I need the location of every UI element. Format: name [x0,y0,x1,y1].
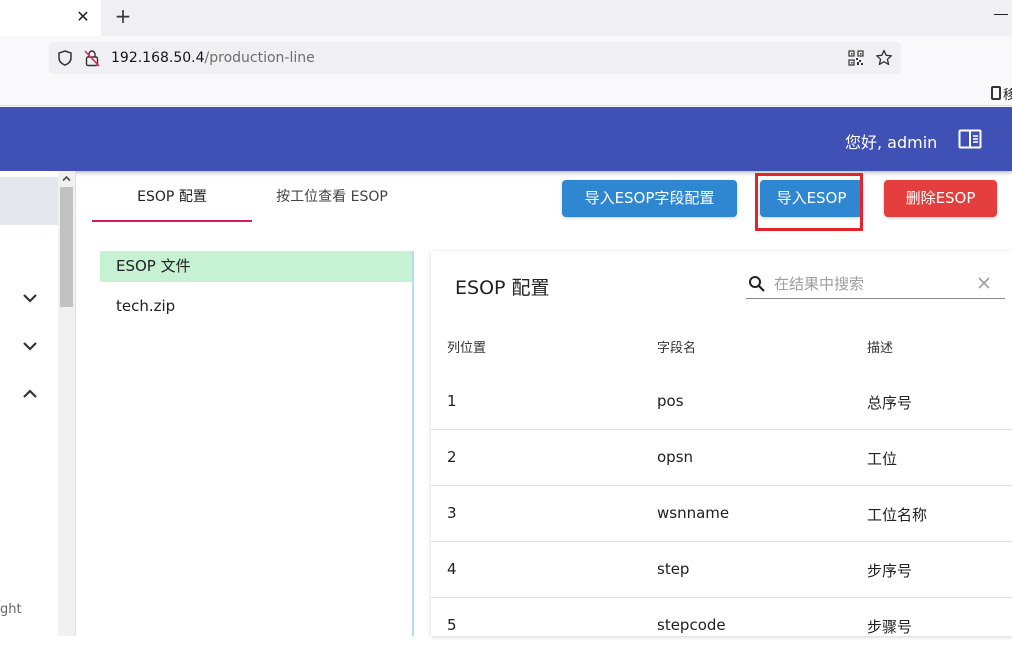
sidebar-footer-text: ght [0,602,22,617]
esop-file-panel: ESOP 文件 tech.zip [100,251,414,636]
clear-search-icon[interactable] [976,275,992,291]
column-header-position[interactable]: 列位置 [447,337,486,356]
insecure-lock-icon[interactable] [84,49,100,67]
card-title: ESOP 配置 [455,277,550,299]
chevron-down-icon[interactable] [18,334,42,358]
side-panel-toggle-icon[interactable] [958,129,982,149]
sidebar-scrollbar[interactable] [58,171,75,636]
delete-esop-button[interactable]: 删除ESOP [884,180,997,217]
sidebar: ght [0,171,76,636]
cell-description: 工位名称 [867,506,928,524]
bookmark-item[interactable]: 移 [991,83,1012,103]
column-header-field-name[interactable]: 字段名 [657,337,696,356]
cell-description: 步序号 [867,562,913,580]
table-row[interactable]: 4 step 步序号 [431,542,1012,598]
table-row[interactable]: 2 opsn 工位 [431,430,1012,486]
cell-description: 步骤号 [867,618,913,636]
file-list-header: ESOP 文件 [100,251,412,282]
user-greeting: 您好, admin [845,133,938,152]
mobile-bookmarks-icon [991,86,1001,100]
cell-description: 总序号 [867,394,913,412]
cell-position: 5 [447,616,457,634]
browser-tab[interactable]: ✕ [0,0,101,36]
tab-esop-config[interactable]: ESOP 配置 [92,171,252,223]
bookmark-star-icon[interactable] [875,49,893,67]
shield-icon[interactable] [57,50,73,66]
cell-field-name: step [657,560,690,578]
cell-position: 4 [447,560,457,578]
url-path: /production-line [204,50,315,66]
chevron-up-icon[interactable] [18,382,42,406]
active-tab-indicator [92,220,252,222]
cell-field-name: stepcode [657,616,726,634]
app-header: 您好, admin [0,107,1012,171]
scrollbar-thumb[interactable] [60,187,73,307]
cell-field-name: opsn [657,448,694,466]
url-text[interactable]: 192.168.50.4/production-line [111,50,315,66]
column-header-description[interactable]: 描述 [867,337,893,356]
cell-field-name: wsnname [657,504,730,522]
tab-view-by-station[interactable]: 按工位查看 ESOP [262,171,402,223]
table-row[interactable]: 5 stepcode 步骤号 [431,598,1012,654]
search-icon [749,276,765,292]
close-tab-icon[interactable]: ✕ [73,7,93,27]
scroll-up-arrow-icon[interactable] [61,173,72,184]
search-input[interactable] [774,273,964,295]
bookmark-label: 移 [1003,87,1012,103]
cell-description: 工位 [867,450,898,468]
esop-config-card: ESOP 配置 列位置 字段名 描述 1 pos 总序号 2 opsn 工位 3… [431,251,1012,636]
search-box [746,269,1005,299]
cell-position: 2 [447,448,457,466]
cell-position: 1 [447,392,457,410]
browser-tab-bar: ✕ + [0,0,1012,36]
bookmarks-toolbar: 移 [0,80,1012,106]
chevron-down-icon[interactable] [18,286,42,310]
highlight-annotation-box [755,173,863,231]
url-host: 192.168.50.4 [111,50,205,66]
qr-code-icon[interactable] [848,50,864,66]
new-tab-icon[interactable]: + [112,5,134,27]
address-bar[interactable]: 192.168.50.4/production-line [49,42,901,74]
import-field-config-button[interactable]: 导入ESOP字段配置 [562,180,737,217]
browser-nav-bar: 192.168.50.4/production-line [0,36,1012,80]
cell-position: 3 [447,504,457,522]
sidebar-item-active[interactable] [0,177,58,225]
table-row[interactable]: 3 wsnname 工位名称 [431,486,1012,542]
table-row[interactable]: 1 pos 总序号 [431,374,1012,430]
file-list-item[interactable]: tech.zip [116,297,175,315]
cell-field-name: pos [657,392,684,410]
minimize-window-icon[interactable] [994,14,1008,15]
